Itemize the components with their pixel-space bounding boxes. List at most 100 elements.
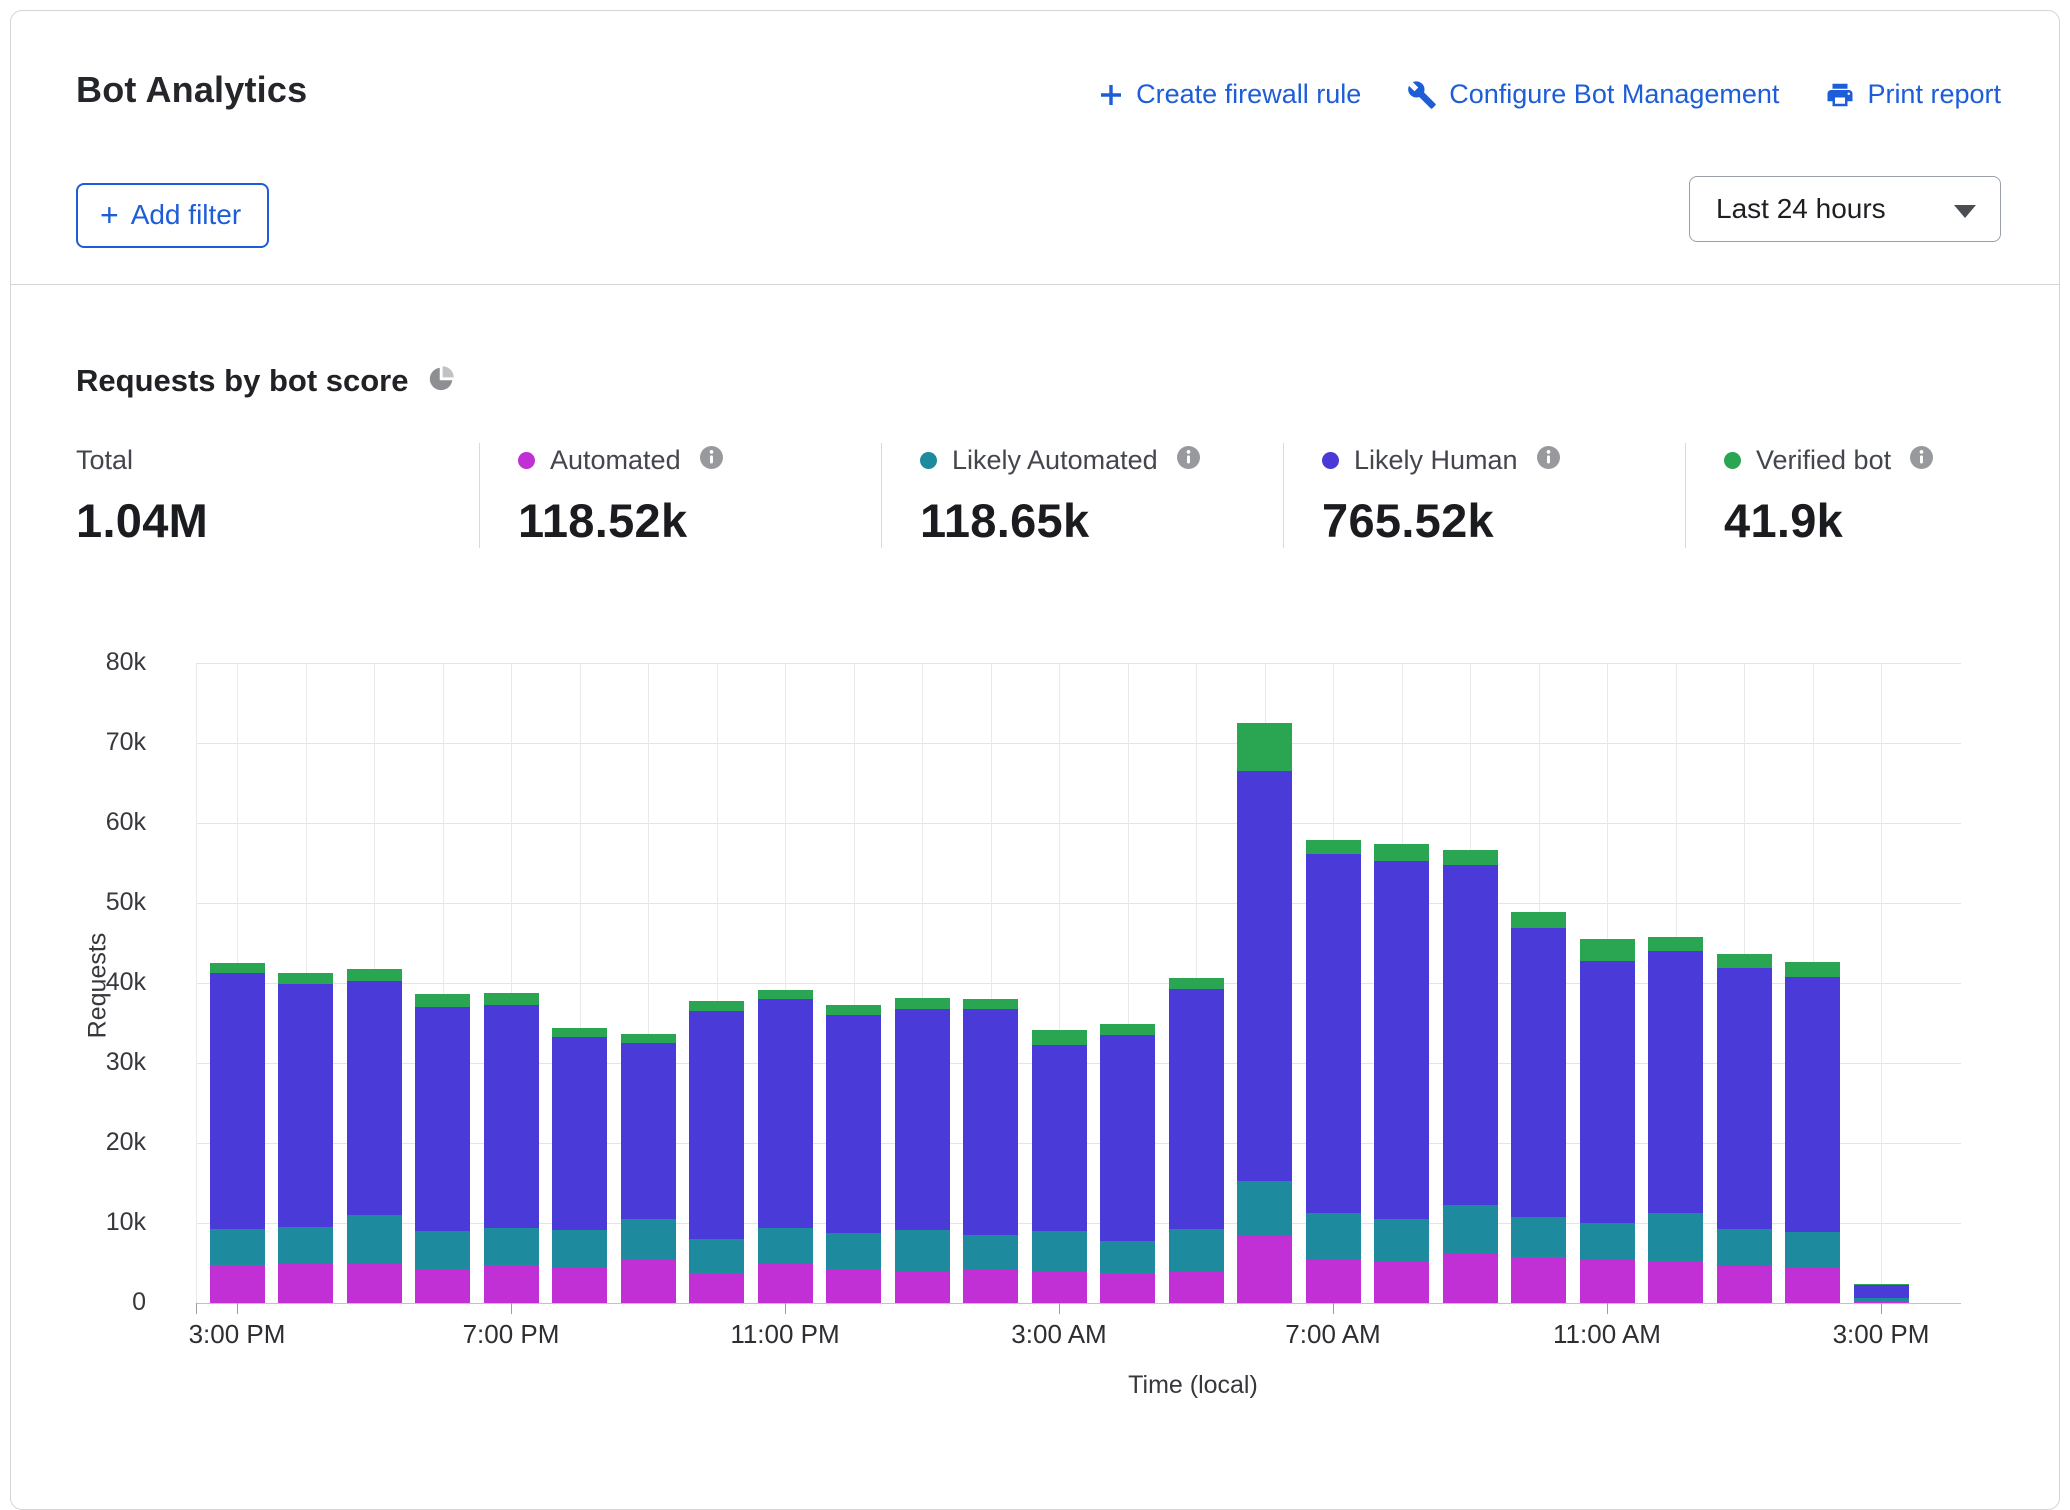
bar-segment-automated	[1374, 1262, 1429, 1303]
x-tick-label: 3:00 PM	[1781, 1319, 1981, 1350]
stacked-bar-800pm[interactable]	[552, 1028, 607, 1303]
bar-segment-verified-bot	[484, 993, 539, 1005]
stacked-bar-900pm[interactable]	[621, 1034, 676, 1303]
stacked-bar-1000pm[interactable]	[689, 1001, 744, 1303]
bar-segment-automated	[1648, 1261, 1703, 1303]
stacked-bar-300pm[interactable]	[210, 963, 265, 1303]
bar-segment-likely-automated	[1717, 1229, 1772, 1267]
info-icon[interactable]	[1177, 446, 1200, 474]
y-tick-label: 10k	[51, 1208, 146, 1237]
stat-automated: Automated 118.52k	[479, 443, 881, 548]
action-label: Create firewall rule	[1136, 79, 1361, 110]
bar-segment-likely-human	[1648, 951, 1703, 1213]
stacked-bar-500am[interactable]	[1169, 978, 1224, 1303]
stacked-bar-100pm[interactable]	[1717, 954, 1772, 1303]
bar-segment-likely-automated	[415, 1231, 470, 1269]
bar-segment-likely-automated	[963, 1235, 1018, 1270]
bar-segment-likely-automated	[278, 1227, 333, 1264]
bar-segment-likely-automated	[1511, 1217, 1566, 1257]
y-gridline	[196, 743, 1961, 744]
bar-segment-verified-bot	[415, 994, 470, 1007]
create-firewall-rule-link[interactable]: Create firewall rule	[1098, 79, 1361, 110]
bar-segment-verified-bot	[963, 999, 1018, 1009]
x-tick-label: 7:00 AM	[1233, 1319, 1433, 1350]
stacked-bar-300pm[interactable]	[1854, 1284, 1909, 1303]
bar-segment-verified-bot	[895, 998, 950, 1008]
bar-segment-likely-human	[758, 999, 813, 1228]
bar-segment-likely-automated	[1169, 1229, 1224, 1272]
bar-segment-automated	[1100, 1273, 1155, 1303]
bar-segment-likely-human	[963, 1009, 1018, 1235]
y-tick-label: 40k	[51, 968, 146, 997]
info-icon[interactable]	[1537, 446, 1560, 474]
stacked-bar-1000am[interactable]	[1511, 912, 1566, 1303]
configure-bot-management-link[interactable]: Configure Bot Management	[1407, 79, 1779, 110]
x-tick-label: 3:00 PM	[137, 1319, 337, 1350]
bar-segment-likely-human	[1785, 977, 1840, 1231]
info-icon[interactable]	[1910, 446, 1933, 474]
bar-segment-automated	[210, 1265, 265, 1303]
likely-automated-legend-dot	[920, 452, 937, 469]
bar-segment-verified-bot	[347, 969, 402, 981]
stacked-bar-400pm[interactable]	[278, 973, 333, 1303]
stacked-bar-300am[interactable]	[1032, 1030, 1087, 1303]
bar-segment-automated	[347, 1264, 402, 1303]
stacked-bar-700am[interactable]	[1306, 840, 1361, 1303]
stacked-bar-800am[interactable]	[1374, 844, 1429, 1303]
add-filter-button[interactable]: + Add filter	[76, 183, 269, 248]
info-icon[interactable]	[700, 446, 723, 474]
header-divider	[11, 284, 2059, 285]
time-range-select[interactable]: Last 24 hours	[1689, 176, 2001, 242]
bar-segment-automated	[826, 1269, 881, 1303]
bar-segment-likely-automated	[484, 1228, 539, 1266]
bar-segment-likely-automated	[1580, 1223, 1635, 1260]
plot-area[interactable]	[196, 663, 1961, 1303]
print-report-link[interactable]: Print report	[1825, 79, 2001, 110]
y-gridline	[196, 903, 1961, 904]
stacked-bar-1100am[interactable]	[1580, 939, 1635, 1303]
bar-segment-automated	[278, 1264, 333, 1303]
bar-segment-likely-human	[1237, 771, 1292, 1181]
bar-segment-likely-human	[278, 984, 333, 1227]
bar-segment-likely-human	[210, 973, 265, 1228]
bar-segment-likely-automated	[1306, 1213, 1361, 1259]
bar-segment-likely-human	[347, 981, 402, 1215]
x-tick	[511, 1303, 512, 1314]
automated-legend-dot	[518, 452, 535, 469]
bar-segment-verified-bot	[1785, 962, 1840, 977]
stacked-bar-1100pm[interactable]	[758, 990, 813, 1303]
time-range-value: Last 24 hours	[1716, 193, 1886, 225]
y-tick-label: 50k	[51, 888, 146, 917]
stacked-bar-1200pm[interactable]	[1648, 937, 1703, 1303]
action-label: Configure Bot Management	[1449, 79, 1779, 110]
bar-segment-verified-bot	[1443, 850, 1498, 865]
bar-segment-verified-bot	[1648, 937, 1703, 951]
stacked-bar-100am[interactable]	[895, 998, 950, 1303]
bar-segment-likely-human	[1374, 861, 1429, 1219]
bar-segment-automated	[1237, 1236, 1292, 1303]
section-title: Requests by bot score	[76, 363, 408, 399]
bar-segment-likely-human	[1511, 928, 1566, 1218]
bar-segment-verified-bot	[1374, 844, 1429, 861]
bar-segment-verified-bot	[1580, 939, 1635, 961]
stacked-bar-500pm[interactable]	[347, 969, 402, 1303]
bar-segment-likely-human	[552, 1037, 607, 1230]
stacked-bar-700pm[interactable]	[484, 993, 539, 1303]
stacked-bar-200pm[interactable]	[1785, 962, 1840, 1303]
bar-segment-likely-human	[415, 1007, 470, 1231]
bot-analytics-card: Bot Analytics Create firewall rule Confi…	[10, 10, 2060, 1510]
y-tick-label: 20k	[51, 1128, 146, 1157]
stacked-bar-400am[interactable]	[1100, 1024, 1155, 1303]
stat-label: Likely Automated	[952, 445, 1158, 476]
stacked-bar-900am[interactable]	[1443, 850, 1498, 1303]
bar-segment-verified-bot	[1511, 912, 1566, 928]
stacked-bar-600pm[interactable]	[415, 994, 470, 1303]
stacked-bar-1200am[interactable]	[826, 1005, 881, 1303]
stat-verified-bot: Verified bot 41.9k	[1685, 443, 2070, 548]
bar-segment-automated	[1443, 1253, 1498, 1303]
bar-segment-likely-human	[1100, 1035, 1155, 1241]
stacked-bar-200am[interactable]	[963, 999, 1018, 1303]
stacked-bar-600am[interactable]	[1237, 723, 1292, 1303]
bar-segment-likely-human	[1306, 854, 1361, 1212]
x-tick-label: 7:00 PM	[411, 1319, 611, 1350]
